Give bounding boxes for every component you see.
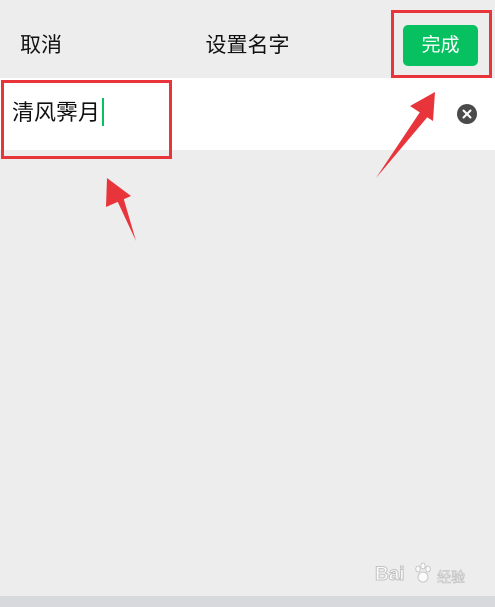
watermark-sub-text: 经验 (437, 570, 466, 587)
paw-logo-icon (415, 562, 431, 583)
arrow-to-input-icon (106, 178, 136, 241)
annotation-arrows (106, 92, 435, 241)
baidu-jingyan-watermark: Bai 经验 (375, 558, 487, 592)
bottom-strip (0, 596, 495, 607)
arrow-to-done-icon (376, 92, 435, 178)
watermark-brand-text: Bai (375, 564, 406, 586)
